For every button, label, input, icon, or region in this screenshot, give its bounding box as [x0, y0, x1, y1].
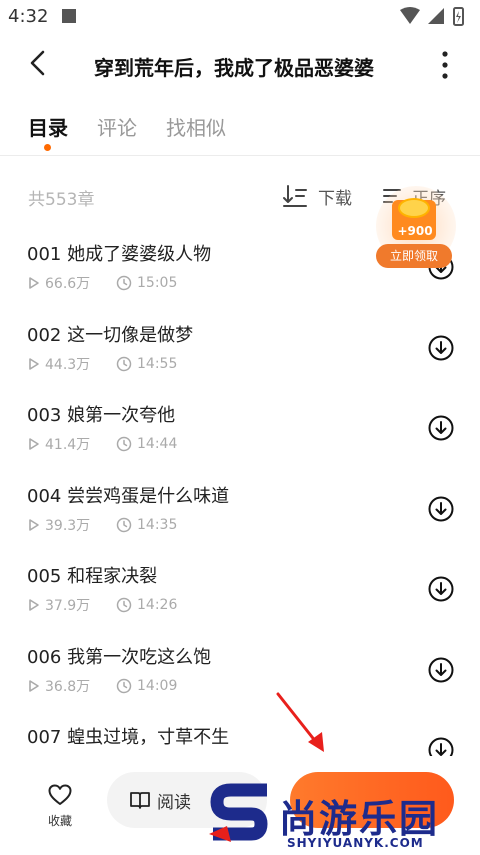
tab-bar: 目录 评论 找相似	[0, 100, 480, 156]
play-count: 37.9万	[45, 598, 91, 614]
play-count: 39.3万	[45, 517, 91, 534]
download-sort-icon	[283, 185, 307, 207]
watermark-logo-icon	[209, 783, 268, 842]
chapter-duration: 15:05	[137, 275, 178, 291]
play-count-icon	[29, 679, 39, 692]
clock-icon	[116, 356, 132, 371]
play-count-icon	[29, 599, 39, 611]
heart-icon	[48, 784, 72, 805]
watermark-url: SHYIYUANYK.COM	[287, 836, 424, 850]
chapter-duration: 14:09	[137, 677, 178, 694]
chapter-title: 003 娘第一次夸他	[27, 405, 176, 426]
chapter-count: 共553章	[28, 190, 95, 210]
clock-icon	[116, 275, 132, 291]
chapter-row[interactable]: 006 我第一次吃这么饱 36.8万 14:09	[0, 631, 480, 712]
play-count-icon	[29, 518, 39, 531]
favorite-button[interactable]: 收藏	[40, 784, 80, 834]
chapter-meta: 37.9万 14:26	[28, 596, 177, 614]
clock-icon	[116, 517, 132, 532]
wifi-icon	[400, 7, 420, 24]
app-header: 穿到荒年后，我成了极品恶婆婆	[0, 34, 480, 96]
chapter-list: 001 她成了婆婆级人物 66.6万 15:05 002 这一切像是做梦 44.…	[0, 228, 480, 792]
pointer-arrow-icon	[276, 692, 324, 752]
claim-reward-button[interactable]: 立即领取	[376, 244, 452, 268]
download-chapter-icon[interactable]	[428, 657, 454, 683]
clock-icon	[116, 436, 132, 452]
chapter-title: 004 尝尝鸡蛋是什么味道	[27, 485, 230, 507]
back-arrow-icon[interactable]	[24, 48, 54, 78]
clock-icon	[116, 597, 132, 613]
play-count-icon	[29, 357, 39, 370]
chapter-title: 007 蝗虫过境，寸草不生	[27, 727, 230, 748]
chapter-meta: 44.3万 14:55	[28, 355, 177, 373]
chapter-title: 002 这一切像是做梦	[27, 324, 194, 346]
chapter-duration: 14:35	[137, 516, 178, 533]
chapter-duration: 14:26	[137, 597, 178, 613]
play-count: 66.6万	[45, 276, 91, 292]
coin-icon	[398, 198, 430, 218]
watermark: 尚游乐园 SHYIYUANYK.COM	[205, 780, 480, 855]
download-chapter-icon[interactable]	[428, 335, 454, 361]
clock-icon	[116, 678, 132, 693]
chapter-meta: 39.3万 14:35	[28, 516, 177, 534]
play-count: 41.4万	[45, 437, 91, 453]
watermark-brand: 尚游乐园	[279, 797, 440, 841]
chapter-meta: 36.8万 14:09	[28, 677, 177, 695]
book-icon	[130, 792, 150, 809]
more-options-icon[interactable]	[440, 50, 450, 80]
download-all-button[interactable]: 下载	[282, 182, 352, 210]
download-label: 下载	[318, 188, 352, 209]
download-chapter-icon[interactable]	[428, 415, 454, 441]
chapter-title: 006 我第一次吃这么饱	[27, 646, 212, 668]
chapter-row[interactable]: 003 娘第一次夸他 41.4万 14:44	[0, 389, 480, 470]
read-label: 阅读	[157, 792, 191, 813]
notification-icon	[62, 9, 76, 23]
chapter-meta: 66.6万 15:05	[28, 274, 177, 292]
active-tab-indicator	[44, 144, 51, 151]
chapter-title: 001 她成了婆婆级人物	[27, 244, 212, 265]
reward-amount: +900	[397, 224, 433, 238]
reward-widget[interactable]: +900 立即领取	[376, 186, 456, 270]
tab-find-similar[interactable]: 找相似	[166, 112, 226, 141]
download-chapter-icon[interactable]	[428, 496, 454, 522]
play-count-icon	[29, 438, 39, 450]
chapter-row[interactable]: 004 尝尝鸡蛋是什么味道 39.3万 14:35	[0, 470, 480, 551]
chapter-duration: 14:55	[137, 355, 178, 372]
chapter-duration: 14:44	[137, 436, 178, 452]
play-count: 44.3万	[45, 356, 91, 373]
chapter-title: 005 和程家决裂	[27, 566, 158, 587]
chapter-meta: 41.4万 14:44	[28, 435, 177, 453]
favorite-label: 收藏	[47, 814, 72, 828]
play-count-icon	[29, 277, 39, 289]
status-icons	[400, 7, 464, 26]
tab-comments[interactable]: 评论	[97, 112, 137, 141]
tab-catalog[interactable]: 目录	[28, 112, 68, 141]
chapter-row[interactable]: 002 这一切像是做梦 44.3万 14:55	[0, 309, 480, 390]
page-title: 穿到荒年后，我成了极品恶婆婆	[94, 56, 374, 80]
chapter-row[interactable]: 005 和程家决裂 37.9万 14:26	[0, 550, 480, 631]
download-chapter-icon[interactable]	[428, 576, 454, 602]
play-count: 36.8万	[45, 678, 91, 695]
signal-icon	[428, 8, 444, 24]
status-time: 4:32	[8, 6, 49, 27]
status-bar: 4:32	[0, 0, 480, 34]
